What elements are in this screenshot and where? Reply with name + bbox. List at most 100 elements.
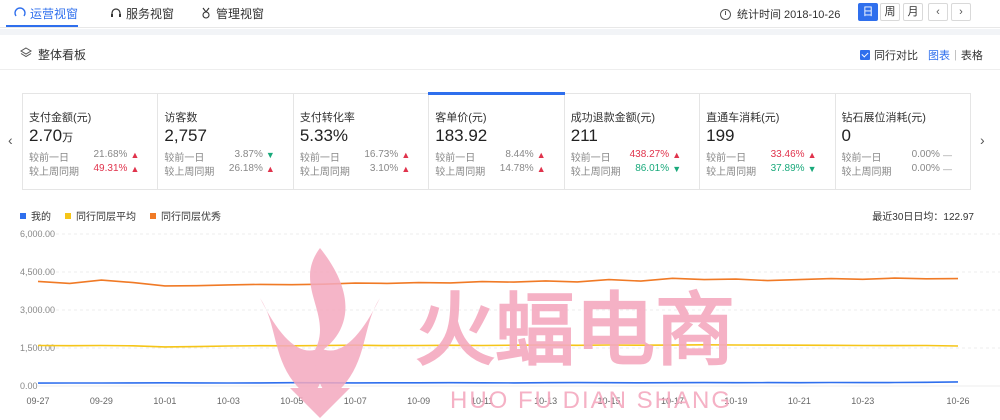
compare-checkbox[interactable] [860, 50, 870, 60]
metric-value: 5.33% [299, 126, 349, 145]
compare-value: 16.73% [364, 149, 399, 160]
metric-value-wrap: 0 [842, 126, 970, 148]
y-tick-label: 0.00 [20, 381, 38, 391]
legend-item[interactable]: 我的 [20, 208, 51, 223]
headset-icon [111, 8, 121, 17]
section-header: 整体看板 同行对比 图表 | 表格 [0, 36, 1000, 70]
compare-row-day: 较前一日 33.46% ▲ [706, 149, 834, 164]
metric-label: 直通车消耗(元) [706, 112, 780, 124]
compare-row-day: 较前一日 8.44% ▲ [435, 149, 563, 164]
legend-label: 我的 [31, 212, 51, 223]
compare-row-week: 较上周同期 26.18% ▲ [164, 163, 292, 178]
x-tick-label: 10-11 [471, 396, 493, 406]
y-tick-label: 3,000.00 [20, 305, 55, 315]
metric-value-wrap: 199 [706, 126, 834, 148]
legend-swatch [20, 212, 26, 219]
compare-value: 8.44% [505, 149, 534, 160]
period-month-button[interactable]: 月 [903, 3, 923, 21]
metric-value: 211 [570, 126, 598, 145]
clock-icon [720, 8, 731, 20]
next-date-button[interactable]: › [951, 3, 971, 21]
arrow-down-icon: ▼ [265, 150, 275, 160]
x-tick-label: 10-05 [280, 396, 303, 406]
avg-30-days: 最近30日日均：122.97 [872, 212, 974, 223]
x-tick-label: 09-29 [90, 396, 113, 406]
compare-row-week: 较上周同期 49.31% ▲ [29, 163, 157, 178]
compare-label: 较上周同期 [299, 167, 350, 178]
view-chart-link[interactable]: 图表 [928, 47, 950, 63]
x-tick-label: 10-19 [724, 396, 747, 406]
x-tick-label: 10-23 [851, 396, 874, 406]
compare-label: 较前一日 [706, 153, 747, 164]
compare-row-day: 较前一日 3.87% ▼ [164, 149, 292, 164]
x-tick-label: 09-27 [26, 396, 49, 406]
compare-row-day: 较前一日 16.73% ▲ [299, 149, 428, 164]
arrow-up-icon: ▲ [401, 150, 411, 160]
tab-operations[interactable]: 运营视窗 [14, 5, 78, 21]
metric-card[interactable]: 支付转化率 5.33% 较前一日 16.73% ▲ 较上周同期 3.10% ▲ [294, 94, 430, 189]
compare-label: 较上周同期 [706, 167, 757, 178]
metric-value-wrap: 183.92 [435, 126, 563, 148]
arrow-up-icon: ▲ [807, 150, 817, 160]
legend-item[interactable]: 同行同层平均 [65, 208, 136, 223]
layers-icon [20, 47, 32, 58]
compare-value: 438.27% [629, 149, 670, 160]
metric-card[interactable]: 成功退款金额(元) 211 较前一日 438.27% ▲ 较上周同期 86.01% ▼ [565, 94, 701, 189]
cards-prev-arrow[interactable]: ‹ [8, 132, 13, 148]
compare-value: 37.89% [770, 163, 805, 174]
compare-label: 较上周同期 [29, 167, 79, 178]
compare-row-week: 较上周同期 37.89% ▼ [706, 163, 834, 178]
compare-value: 26.18% [228, 163, 263, 174]
tab-label: 管理视窗 [216, 6, 265, 21]
metric-label: 支付转化率 [299, 112, 355, 124]
y-tick-label: 4,500.00 [20, 267, 55, 277]
view-table-link[interactable]: 表格 [961, 47, 983, 63]
tab-label: 服务视窗 [126, 6, 175, 21]
arrow-down-icon: ▼ [672, 164, 682, 174]
arrow-up-icon: ▲ [536, 150, 546, 160]
compare-label: 较前一日 [29, 153, 69, 164]
compare-label: 较上周同期 [570, 167, 621, 178]
dashboard-icon [14, 7, 26, 17]
compare-label: 较前一日 [841, 153, 882, 164]
metric-card[interactable]: 客单价(元) 183.92 较前一日 8.44% ▲ 较上周同期 14.78% ▲ [428, 92, 566, 189]
period-week-button[interactable]: 周 [880, 3, 900, 21]
tab-management[interactable]: 管理视窗 [200, 5, 264, 21]
legend-item[interactable]: 同行同层优秀 [150, 208, 221, 223]
legend-label: 同行同层优秀 [161, 212, 221, 223]
metric-card[interactable]: 钻石展位消耗(元) 0 较前一日 0.00% — 较上周同期 0.00% — [836, 94, 970, 189]
compare-row-week: 较上周同期 0.00% — [842, 163, 970, 178]
period-day-button[interactable]: 日 [858, 3, 878, 21]
arrow-up-icon: ▲ [536, 164, 546, 174]
compare-label: 较上周同期 [435, 167, 486, 178]
prev-date-button[interactable]: ‹ [928, 3, 948, 21]
metric-card[interactable]: 支付金额(元) 2.70万 较前一日 21.68% ▲ 较上周同期 49.31% ▲ [23, 94, 159, 189]
metric-card[interactable]: 直通车消耗(元) 199 较前一日 33.46% ▲ 较上周同期 37.89% ▼ [700, 94, 836, 189]
metric-value: 2,757 [164, 126, 207, 145]
x-tick-label: 10-13 [534, 396, 557, 406]
stat-time: 统计时间 2018-10-26 [720, 6, 840, 22]
tab-service[interactable]: 服务视窗 [110, 5, 174, 21]
metric-label: 访客数 [164, 112, 198, 124]
medal-icon [202, 7, 210, 19]
series-line-0 [37, 381, 959, 384]
x-tick-label: 10-26 [946, 396, 969, 406]
arrow-up-icon: ▲ [672, 150, 682, 160]
compare-row-week: 较上周同期 14.78% ▲ [435, 163, 563, 178]
compare-label: 较前一日 [299, 153, 340, 164]
compare-label: 较前一日 [570, 153, 611, 164]
section-divider [0, 29, 1000, 35]
metric-value: 183.92 [435, 126, 488, 145]
metric-value: 2.70 [29, 126, 63, 145]
metric-value-wrap: 2,757 [164, 126, 292, 148]
active-tab-indicator [6, 25, 78, 27]
y-tick-label: 6,000.00 [20, 229, 55, 239]
compare-value: 33.46% [770, 149, 805, 160]
compare-label: 较上周同期 [164, 167, 215, 178]
arrow-up-icon: ▲ [401, 164, 411, 174]
metric-value: 199 [706, 126, 735, 145]
arrow-up-icon: ▲ [130, 164, 140, 174]
metric-card[interactable]: 访客数 2,757 较前一日 3.87% ▼ 较上周同期 26.18% ▲ [158, 94, 294, 189]
metric-label: 成功退款金额(元) [570, 112, 656, 124]
cards-next-arrow[interactable]: › [980, 132, 985, 148]
